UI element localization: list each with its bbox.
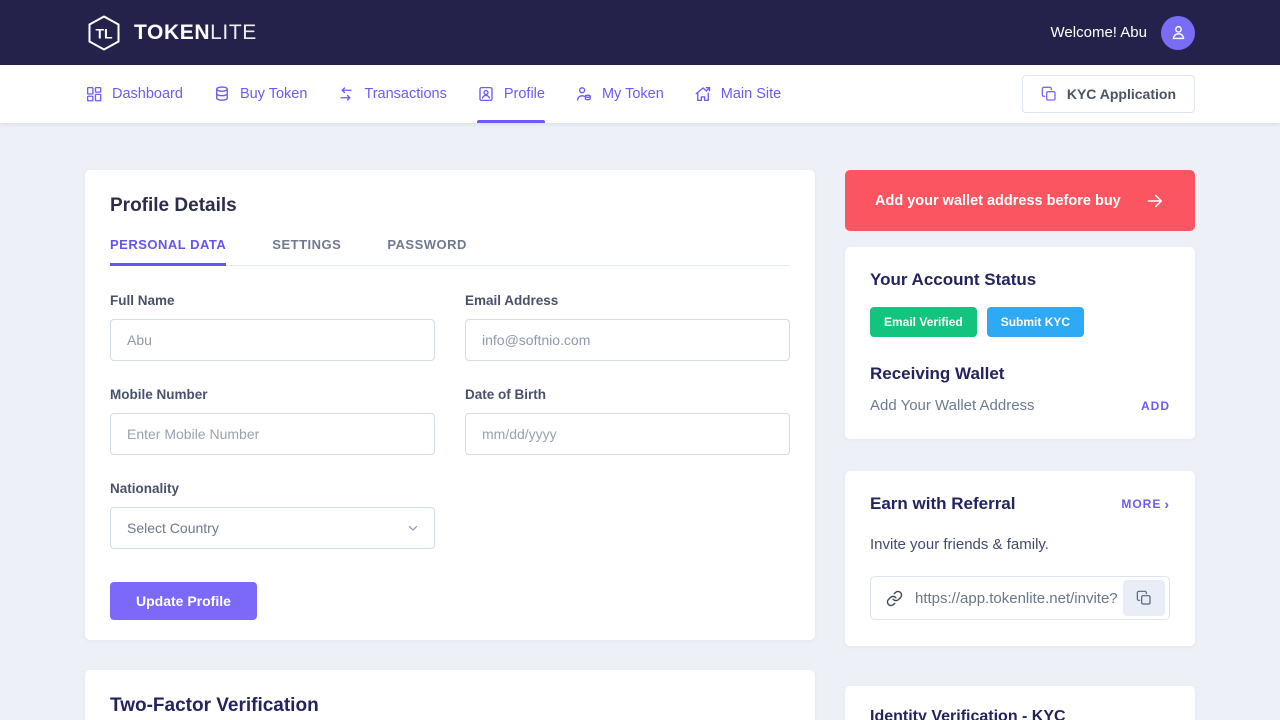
nav-dashboard[interactable]: Dashboard: [85, 65, 183, 123]
identity-kyc-title: Identity Verification - KYC: [870, 708, 1170, 720]
arrow-right-icon: [1145, 191, 1165, 211]
copy-icon: [1136, 590, 1152, 606]
nav-label: Main Site: [721, 86, 781, 102]
email-label: Email Address: [465, 293, 790, 308]
mobile-field-group: Mobile Number: [110, 387, 435, 455]
grid-icon: [85, 85, 103, 103]
nav-main-site[interactable]: Main Site: [694, 65, 781, 123]
profile-tabs: PERSONAL DATA SETTINGS PASSWORD: [110, 237, 790, 266]
full-name-field-group: Full Name: [110, 293, 435, 361]
home-external-icon: [694, 85, 712, 103]
referral-link-box: https://app.tokenlite.net/invite?: [870, 576, 1170, 620]
user-coins-icon: [575, 85, 593, 103]
nationality-label: Nationality: [110, 481, 435, 496]
mobile-input[interactable]: [110, 413, 435, 455]
topbar: TL TOKENLITE Welcome! Abu: [0, 0, 1280, 65]
user-icon: [1169, 23, 1188, 42]
identity-kyc-card: Identity Verification - KYC: [845, 686, 1195, 720]
brand-logo[interactable]: TL TOKENLITE: [85, 14, 257, 52]
kyc-application-button[interactable]: KYC Application: [1022, 75, 1195, 113]
two-factor-title: Two-Factor Verification: [110, 695, 790, 717]
dob-label: Date of Birth: [465, 387, 790, 402]
chevron-right-icon: ›: [1164, 496, 1170, 512]
dob-input[interactable]: [465, 413, 790, 455]
welcome-text: Welcome! Abu: [1051, 24, 1147, 41]
tab-personal-data[interactable]: PERSONAL DATA: [110, 237, 226, 265]
wallet-alert-text: Add your wallet address before buy: [875, 193, 1121, 209]
document-copy-icon: [1041, 86, 1057, 102]
update-profile-button[interactable]: Update Profile: [110, 582, 257, 620]
brand-name: TOKENLITE: [134, 21, 257, 45]
account-status-title: Your Account Status: [870, 270, 1170, 290]
kyc-button-label: KYC Application: [1067, 86, 1176, 102]
invite-text: Invite your friends & family.: [870, 536, 1170, 553]
nav-label: Transactions: [364, 86, 446, 102]
email-input[interactable]: [465, 319, 790, 361]
main-content: Profile Details PERSONAL DATA SETTINGS P…: [85, 123, 1195, 720]
mobile-label: Mobile Number: [110, 387, 435, 402]
nav-label: Buy Token: [240, 86, 307, 102]
dob-field-group: Date of Birth: [465, 387, 790, 455]
nav-label: My Token: [602, 86, 664, 102]
referral-card: Earn with Referral MORE› Invite your fri…: [845, 471, 1195, 646]
profile-details-title: Profile Details: [110, 195, 790, 217]
account-status-card: Your Account Status Email Verified Submi…: [845, 247, 1195, 439]
profile-details-card: Profile Details PERSONAL DATA SETTINGS P…: [85, 170, 815, 640]
receiving-wallet-title: Receiving Wallet: [870, 364, 1170, 384]
copy-link-button[interactable]: [1123, 580, 1165, 616]
main-navbar: Dashboard Buy Token: [0, 65, 1280, 123]
nationality-field-group: Nationality Select Country: [110, 481, 435, 549]
referral-title: Earn with Referral: [870, 494, 1016, 514]
tab-password[interactable]: PASSWORD: [387, 237, 467, 265]
user-avatar[interactable]: [1161, 16, 1195, 50]
tab-settings[interactable]: SETTINGS: [272, 237, 341, 265]
nav-profile[interactable]: Profile: [477, 65, 545, 123]
chevron-down-icon: [406, 521, 420, 535]
two-factor-card: Two-Factor Verification: [85, 670, 815, 720]
id-card-icon: [477, 85, 495, 103]
coins-icon: [213, 85, 231, 103]
nationality-selected-value: Select Country: [127, 520, 219, 536]
wallet-alert-banner[interactable]: Add your wallet address before buy: [845, 170, 1195, 231]
nav-my-token[interactable]: My Token: [575, 65, 664, 123]
submit-kyc-badge[interactable]: Submit KYC: [987, 307, 1084, 337]
nav-transactions[interactable]: Transactions: [337, 65, 446, 123]
nav-buy-token[interactable]: Buy Token: [213, 65, 307, 123]
full-name-input[interactable]: [110, 319, 435, 361]
referral-link-url[interactable]: https://app.tokenlite.net/invite?: [915, 590, 1123, 607]
brand-hexagon-icon: TL: [85, 14, 123, 52]
transfer-arrows-icon: [337, 85, 355, 103]
email-field-group: Email Address: [465, 293, 790, 361]
full-name-label: Full Name: [110, 293, 435, 308]
add-wallet-link[interactable]: ADD: [1141, 399, 1170, 413]
nav-label: Profile: [504, 86, 545, 102]
nav-label: Dashboard: [112, 86, 183, 102]
more-link[interactable]: MORE›: [1121, 496, 1170, 512]
email-verified-badge[interactable]: Email Verified: [870, 307, 977, 337]
receiving-wallet-text: Add Your Wallet Address: [870, 397, 1035, 414]
nationality-select[interactable]: Select Country: [110, 507, 435, 549]
link-icon: [886, 590, 903, 607]
svg-text:TL: TL: [95, 25, 113, 41]
